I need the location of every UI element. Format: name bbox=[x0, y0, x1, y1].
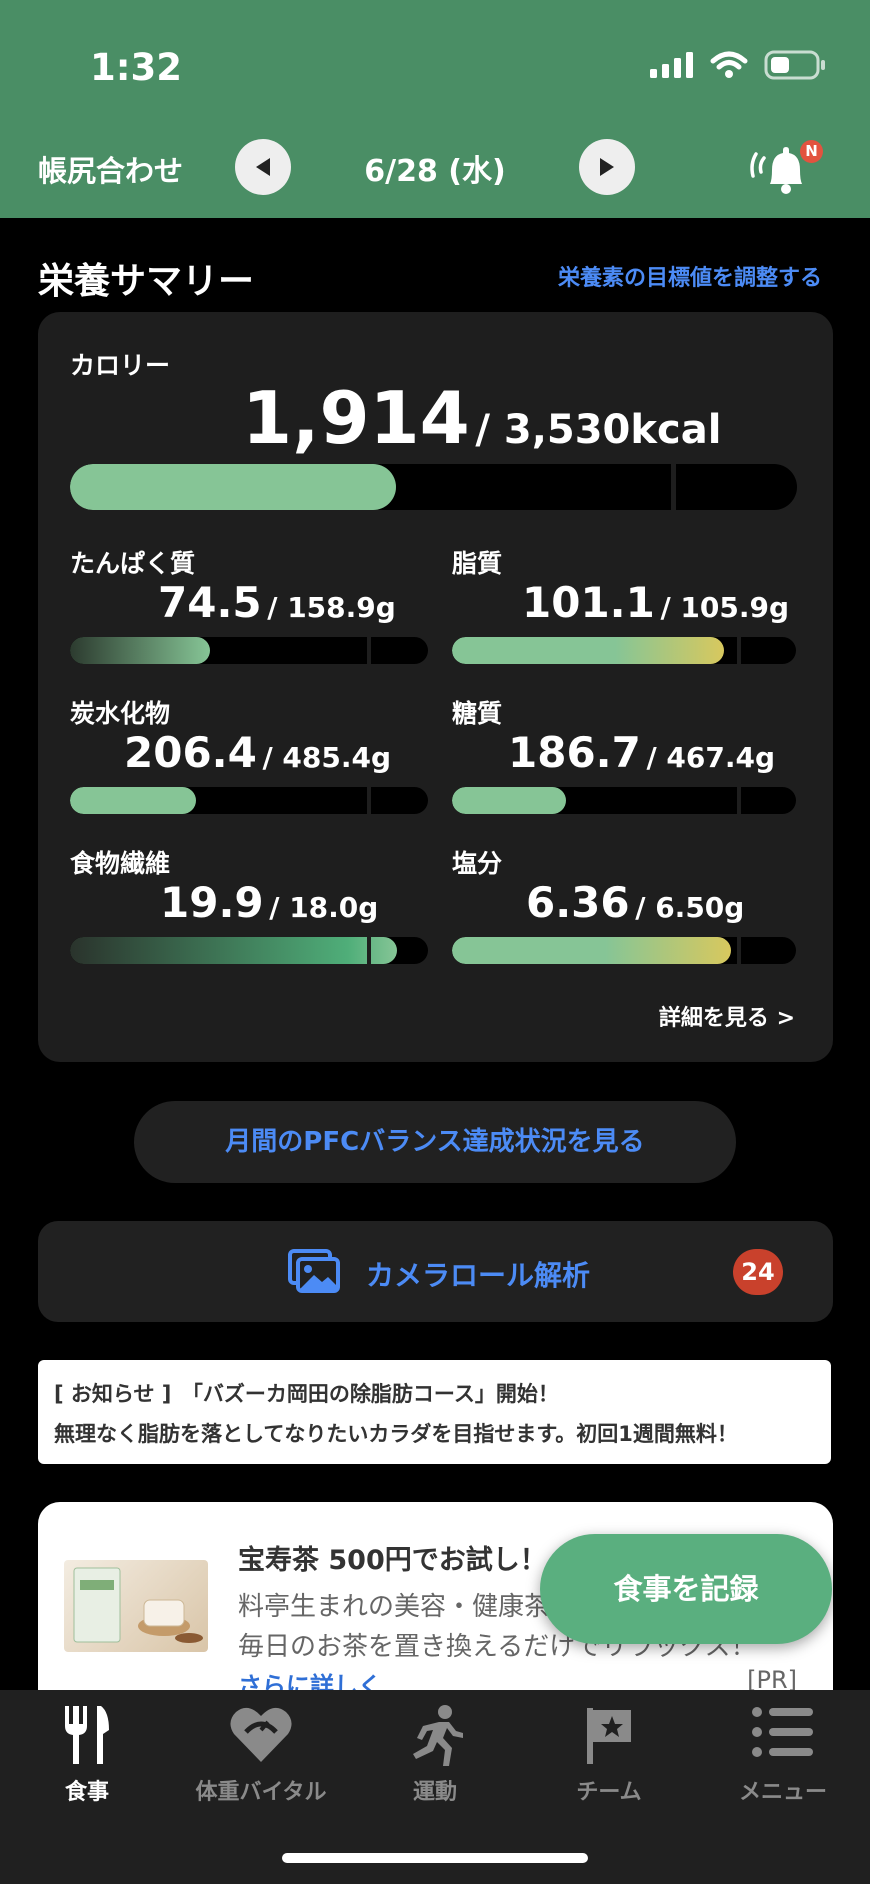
calorie-target-marker bbox=[671, 464, 676, 510]
fiber-current: 19.9 bbox=[160, 878, 264, 927]
sugar-current: 186.7 bbox=[508, 728, 641, 777]
photos-icon bbox=[288, 1249, 340, 1293]
tab-menu-label: メニュー bbox=[738, 1780, 827, 1805]
tab-meal-label: 食事 bbox=[64, 1780, 109, 1805]
salt-value: 6.36 / 6.50g bbox=[526, 878, 744, 927]
notice-line-1: [ お知らせ ] 「バズーカ岡田の除脂肪コース」開始！ bbox=[54, 1382, 559, 1406]
camera-roll-button[interactable]: カメラロール解析 24 bbox=[38, 1221, 833, 1322]
runner-icon bbox=[413, 1705, 463, 1766]
menu-list-icon bbox=[752, 1707, 813, 1757]
fiber-target: / 18.0g bbox=[269, 891, 379, 924]
carbs-fill bbox=[70, 787, 196, 814]
salt-target: / 6.50g bbox=[635, 891, 745, 924]
tab-team[interactable]: チーム bbox=[522, 1690, 696, 1820]
fiber-label: 食物繊維 bbox=[70, 849, 171, 878]
status-icons bbox=[650, 50, 826, 80]
protein-current: 74.5 bbox=[158, 578, 262, 627]
sugar-fill bbox=[452, 787, 566, 814]
protein-marker bbox=[367, 637, 371, 664]
carbs-bar bbox=[70, 787, 428, 814]
triangle-right-icon bbox=[600, 158, 614, 176]
fat-current: 101.1 bbox=[522, 578, 655, 627]
salt-marker bbox=[737, 937, 741, 964]
protein-fill bbox=[70, 637, 210, 664]
carbs-value: 206.4 / 485.4g bbox=[124, 728, 391, 777]
header-title[interactable]: 帳尻合わせ bbox=[38, 148, 183, 190]
carbs-label: 炭水化物 bbox=[70, 699, 171, 728]
fiber-bar bbox=[70, 937, 428, 964]
protein-target: / 158.9g bbox=[267, 591, 396, 624]
fork-knife-icon bbox=[65, 1706, 109, 1764]
notice-line-2: 無理なく脂肪を落としてなりたいカラダを目指せます。初回1週間無料！ bbox=[54, 1422, 738, 1446]
salt-label: 塩分 bbox=[452, 849, 503, 878]
calorie-progress-fill bbox=[70, 464, 396, 510]
notice-banner[interactable]: [ お知らせ ] 「バズーカ岡田の除脂肪コース」開始！ 無理なく脂肪を落としてな… bbox=[38, 1360, 831, 1464]
fat-target: / 105.9g bbox=[660, 591, 790, 624]
flag-icon bbox=[587, 1708, 631, 1764]
protein-value: 74.5 / 158.9g bbox=[158, 578, 396, 627]
tab-team-label: チーム bbox=[576, 1780, 642, 1805]
ad-line-1: 料亭生まれの美容・健康茶 bbox=[238, 1592, 551, 1622]
sugar-target: / 467.4g bbox=[646, 741, 776, 774]
section-title: 栄養サマリー bbox=[38, 261, 255, 302]
current-date[interactable]: 6/28 (水) bbox=[330, 146, 540, 190]
app-header: 1:32 帳尻合わせ 6/28 (水) N bbox=[0, 0, 870, 218]
tab-weight-vital-label: 体重バイタル bbox=[195, 1780, 327, 1805]
protein-bar bbox=[70, 637, 428, 664]
home-indicator bbox=[282, 1853, 588, 1863]
tab-exercise-label: 運動 bbox=[412, 1780, 457, 1805]
details-link[interactable]: 詳細を見る > bbox=[659, 1000, 795, 1032]
tab-weight-vital[interactable]: 体重バイタル bbox=[174, 1690, 348, 1820]
camera-roll-label: カメラロール解析 bbox=[366, 1259, 591, 1292]
calorie-target: / 3,530kcal bbox=[475, 407, 722, 453]
fiber-marker bbox=[367, 937, 371, 964]
tab-menu[interactable]: メニュー bbox=[696, 1690, 870, 1820]
fat-label: 脂質 bbox=[452, 549, 503, 578]
camera-roll-count-badge: 24 bbox=[733, 1249, 783, 1295]
next-date-button[interactable] bbox=[579, 139, 635, 195]
battery-icon bbox=[764, 50, 825, 80]
calorie-label: カロリー bbox=[70, 351, 171, 380]
heart-scale-icon bbox=[230, 1707, 292, 1762]
fiber-fill bbox=[70, 937, 397, 964]
tea-product-icon bbox=[73, 1567, 203, 1643]
ad-title: 宝寿茶 500円でお試し！ bbox=[238, 1545, 547, 1576]
sugar-marker bbox=[737, 787, 741, 814]
sugar-value: 186.7 / 467.4g bbox=[508, 728, 775, 777]
fiber-value: 19.9 / 18.0g bbox=[160, 878, 378, 927]
signal-icon bbox=[650, 52, 693, 78]
notification-badge: N bbox=[800, 140, 823, 163]
adjust-targets-link[interactable]: 栄養素の目標値を調整する bbox=[558, 260, 822, 292]
fat-bar bbox=[452, 637, 796, 664]
wifi-icon bbox=[710, 51, 748, 78]
salt-current: 6.36 bbox=[526, 878, 630, 927]
calorie-current: 1,914 bbox=[242, 376, 470, 460]
tab-meal[interactable]: 食事 bbox=[0, 1690, 174, 1820]
carbs-marker bbox=[367, 787, 371, 814]
salt-bar bbox=[452, 937, 796, 964]
sugar-bar bbox=[452, 787, 796, 814]
ad-product-image bbox=[64, 1560, 208, 1652]
sugar-label: 糖質 bbox=[452, 699, 503, 728]
tab-exercise[interactable]: 運動 bbox=[348, 1690, 522, 1820]
calorie-value: 1,914 / 3,530kcal bbox=[242, 376, 721, 460]
carbs-current: 206.4 bbox=[124, 728, 257, 777]
fat-value: 101.1 / 105.9g bbox=[522, 578, 789, 627]
record-meal-button[interactable]: 食事を記録 bbox=[540, 1534, 832, 1644]
prev-date-button[interactable] bbox=[235, 139, 291, 195]
status-time: 1:32 bbox=[90, 46, 183, 89]
salt-fill bbox=[452, 937, 731, 964]
carbs-target: / 485.4g bbox=[262, 741, 392, 774]
fat-marker bbox=[737, 637, 741, 664]
triangle-left-icon bbox=[256, 158, 270, 176]
fat-fill bbox=[452, 637, 724, 664]
calorie-progress-bar bbox=[70, 464, 797, 510]
pfc-balance-button[interactable]: 月間のPFCバランス達成状況を見る bbox=[134, 1101, 736, 1183]
nutrition-summary-card: カロリー 1,914 / 3,530kcal たんぱく質 74.5 / 158.… bbox=[38, 312, 833, 1062]
protein-label: たんぱく質 bbox=[70, 549, 196, 578]
